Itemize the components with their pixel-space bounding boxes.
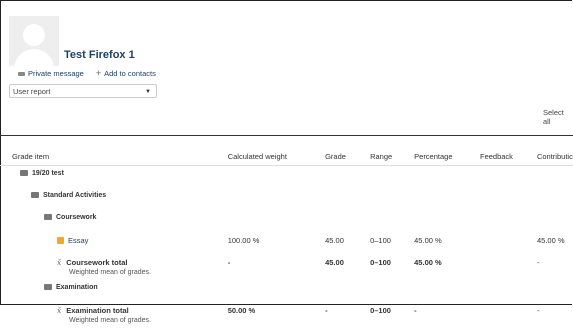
weight-cell: 100.00 % (227, 236, 260, 245)
private-message-label: Private message (28, 69, 84, 78)
folder-icon (44, 284, 52, 290)
header-percentage: Percentage (414, 147, 480, 166)
report-select-value: User report (13, 87, 51, 96)
contribution-cell: 45.00 % (536, 236, 565, 245)
category-label: Coursework (56, 214, 97, 221)
message-icon (18, 71, 25, 76)
table-row: Standard Activities (0, 188, 573, 210)
report-select[interactable]: User report ▼ (9, 84, 157, 98)
table-row: Examination (0, 280, 573, 302)
contribution-cell: - (536, 258, 540, 267)
feedback-cell (480, 232, 537, 254)
header-feedback: Feedback (479, 147, 537, 166)
course-label: 19/20 test (32, 170, 64, 177)
grade-table: Grade item Calculated weight Grade Range… (0, 147, 573, 328)
plus-icon: + (95, 68, 102, 78)
category-label: Standard Activities (43, 192, 107, 199)
table-row: Essay 100.00 % 45.00 0–100 45.00 % 45.00… (0, 232, 573, 254)
header-contribution: Contributic (536, 147, 573, 166)
avatar-head (23, 24, 45, 46)
feedback-cell (480, 254, 537, 280)
header-range: Range (370, 147, 415, 166)
total-label: Coursework total (66, 258, 128, 267)
grade-cell: 45.00 (325, 258, 344, 267)
private-message-link[interactable]: Private message (18, 69, 84, 78)
weight-cell: - (227, 258, 231, 267)
total-description: Weighted mean of grades. (69, 317, 151, 324)
table-row: 19/20 test (0, 166, 573, 189)
table-header-row: Grade item Calculated weight Grade Range… (0, 147, 573, 166)
category-label: Examination (56, 284, 98, 291)
avatar-body (14, 49, 54, 66)
folder-icon (20, 170, 28, 176)
table-row: x̄ Coursework total Weighted mean of grad… (0, 254, 573, 280)
user-name[interactable]: Test Firefox 1 (64, 49, 135, 61)
essay-link[interactable]: Essay (68, 236, 88, 245)
range-cell: 0–100 (370, 258, 391, 267)
total-label: Examination total (66, 306, 129, 315)
avatar[interactable] (9, 16, 59, 66)
percentage-cell: 45.00 % (414, 236, 442, 245)
total-description: Weighted mean of grades. (69, 269, 151, 276)
header-grade-item: Grade item (0, 147, 228, 166)
add-to-contacts-link[interactable]: + Add to contacts (95, 68, 156, 79)
header-grade: Grade (325, 147, 371, 166)
chevron-down-icon: ▼ (145, 89, 151, 95)
divider (0, 135, 573, 136)
folder-icon (44, 214, 52, 220)
header-calculated-weight: Calculated weight (227, 147, 326, 166)
table-row: Coursework (0, 210, 573, 232)
assignment-icon (57, 237, 64, 244)
sigma-icon: x̄ (57, 306, 62, 315)
range-cell: 0–100 (370, 236, 391, 245)
add-to-contacts-label: Add to contacts (104, 69, 156, 78)
folder-icon (31, 192, 39, 198)
select-all-link[interactable]: Select all (543, 108, 573, 126)
grade-cell: 45.00 (325, 236, 344, 245)
user-actions: Private message + Add to contacts (18, 69, 156, 78)
percentage-cell: 45.00 % (414, 258, 442, 267)
sigma-icon: x̄ (57, 258, 62, 267)
